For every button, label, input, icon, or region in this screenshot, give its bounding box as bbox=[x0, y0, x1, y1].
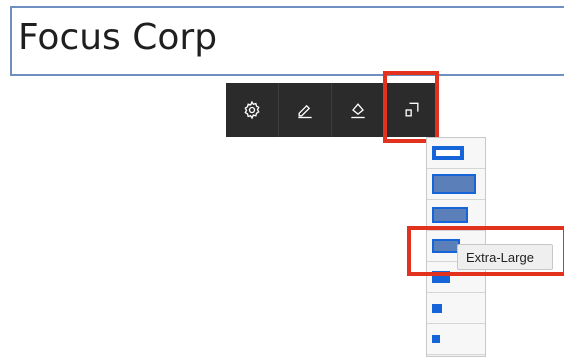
paint-bucket-icon bbox=[351, 103, 365, 119]
size-swatch bbox=[432, 335, 440, 343]
size-option[interactable] bbox=[427, 293, 485, 324]
title-text: Focus Corp bbox=[18, 17, 218, 58]
size-swatch bbox=[432, 207, 468, 223]
size-swatch bbox=[432, 239, 460, 253]
size-swatch bbox=[432, 303, 442, 313]
settings-button[interactable] bbox=[226, 83, 279, 137]
pencil-icon bbox=[298, 104, 312, 119]
size-swatch bbox=[432, 146, 464, 160]
title-textbox[interactable]: Focus Corp bbox=[10, 6, 564, 76]
size-option[interactable] bbox=[427, 138, 485, 169]
gear-icon bbox=[244, 100, 260, 120]
size-swatch bbox=[432, 271, 450, 283]
edit-button[interactable] bbox=[279, 83, 332, 137]
format-toolbar bbox=[226, 83, 438, 137]
size-option[interactable] bbox=[427, 324, 485, 355]
size-option[interactable] bbox=[427, 200, 485, 231]
size-option[interactable] bbox=[427, 169, 485, 200]
fill-button[interactable] bbox=[332, 83, 385, 137]
resize-icon bbox=[405, 102, 418, 117]
size-tooltip: Extra-Large bbox=[457, 244, 553, 270]
size-button[interactable] bbox=[385, 83, 438, 137]
size-swatch bbox=[432, 174, 476, 194]
